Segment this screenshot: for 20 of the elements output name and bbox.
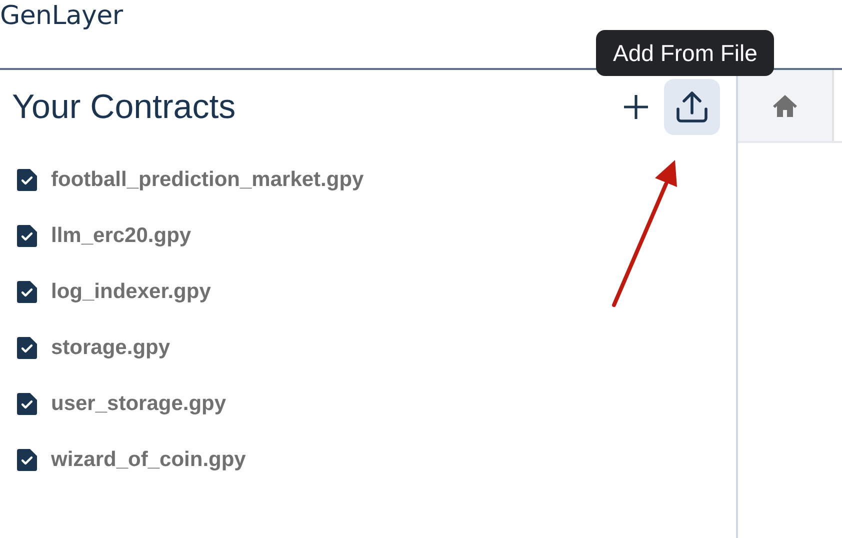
file-check-icon bbox=[17, 169, 37, 191]
tooltip: Add From File bbox=[596, 30, 774, 76]
panel-title: Your Contracts bbox=[12, 88, 237, 126]
file-check-icon bbox=[17, 393, 37, 415]
file-check-icon bbox=[17, 449, 37, 471]
upload-icon bbox=[675, 91, 709, 123]
upload-button[interactable] bbox=[664, 79, 720, 135]
file-name[interactable]: wizard_of_coin.gpy bbox=[51, 448, 246, 472]
plus-icon bbox=[623, 94, 649, 120]
file-name[interactable]: llm_erc20.gpy bbox=[51, 224, 192, 248]
file-name[interactable]: user_storage.gpy bbox=[51, 392, 226, 416]
file-name[interactable]: log_indexer.gpy bbox=[51, 280, 211, 304]
file-name[interactable]: storage.gpy bbox=[51, 336, 170, 360]
home-tab[interactable] bbox=[738, 70, 834, 141]
file-check-icon bbox=[17, 281, 37, 303]
file-check-icon bbox=[17, 337, 37, 359]
file-name[interactable]: football_prediction_market.gpy bbox=[51, 168, 364, 192]
file-check-icon bbox=[17, 225, 37, 247]
home-icon bbox=[772, 94, 798, 118]
logo: GenLayer bbox=[0, 0, 123, 32]
